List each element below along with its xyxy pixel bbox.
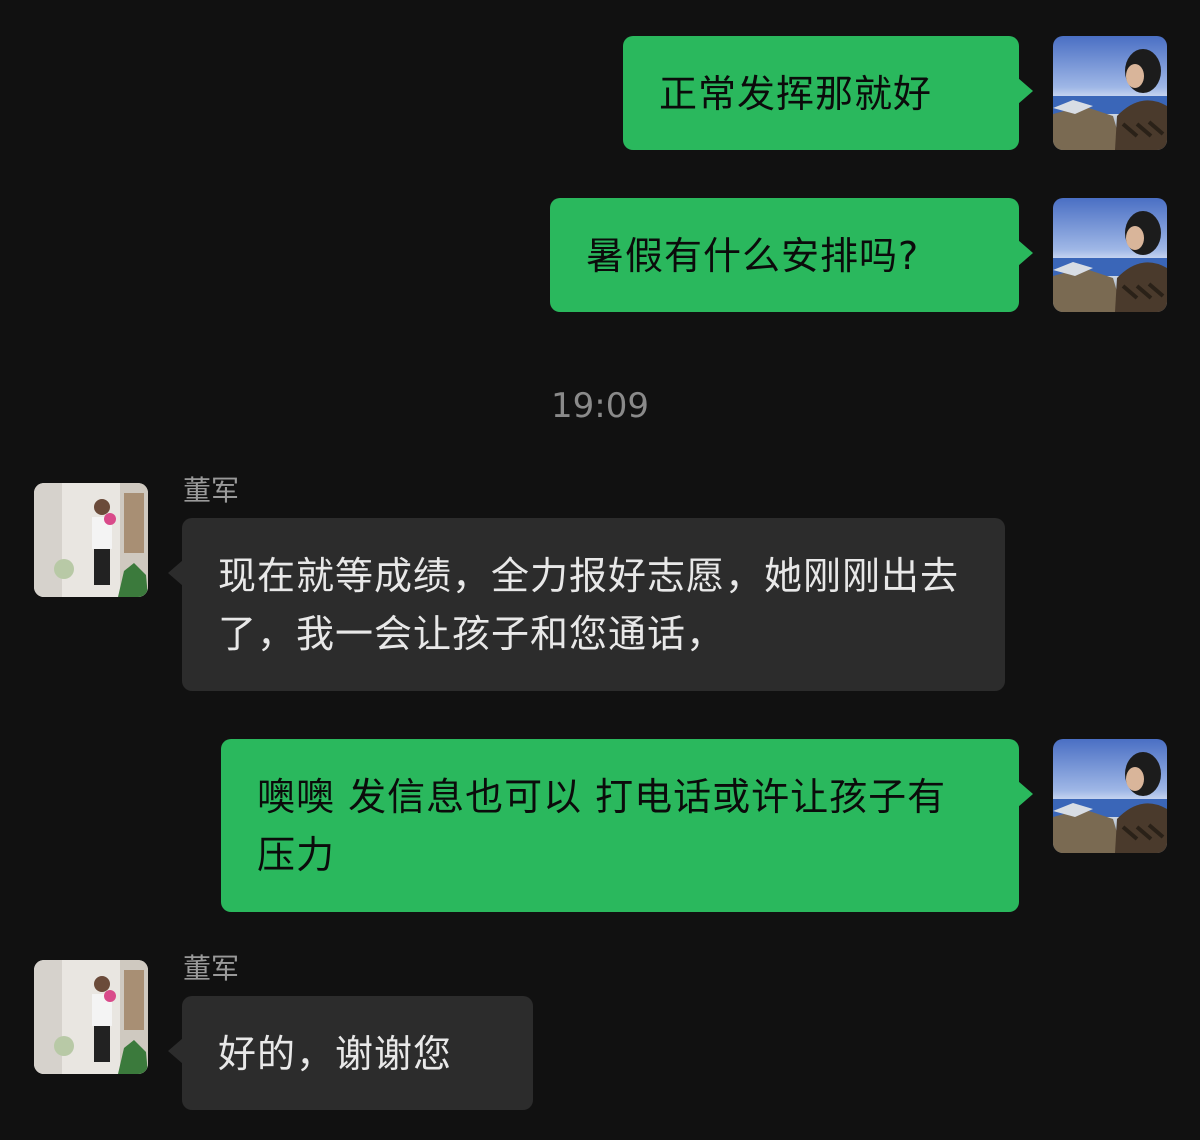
contact-avatar-icon[interactable] xyxy=(34,483,148,597)
message-bubble-outgoing[interactable]: 正常发挥那就好 xyxy=(623,36,1033,150)
timestamp: 19:09 xyxy=(551,386,649,426)
contact-avatar-image xyxy=(34,960,148,1074)
self-avatar-image xyxy=(1053,36,1167,150)
sender-name: 董军 xyxy=(183,952,240,985)
self-avatar-image xyxy=(1053,739,1167,853)
sender-name: 董军 xyxy=(183,474,240,507)
message-bubble-incoming[interactable]: 现在就等成绩，全力报好志愿，她刚刚出去了，我一会让孩子和您通话， xyxy=(168,518,1005,691)
self-avatar-icon[interactable] xyxy=(1053,198,1167,312)
message-bubble-outgoing[interactable]: 暑假有什么安排吗? xyxy=(550,198,1033,312)
message-bubble-outgoing[interactable]: 噢噢 发信息也可以 打电话或许让孩子有压力 xyxy=(221,739,1033,912)
self-avatar-icon[interactable] xyxy=(1053,36,1167,150)
contact-avatar-icon[interactable] xyxy=(34,960,148,1074)
self-avatar-image xyxy=(1053,198,1167,312)
contact-avatar-image xyxy=(34,483,148,597)
message-bubble-incoming[interactable]: 好的，谢谢您 xyxy=(168,996,533,1110)
self-avatar-icon[interactable] xyxy=(1053,739,1167,853)
